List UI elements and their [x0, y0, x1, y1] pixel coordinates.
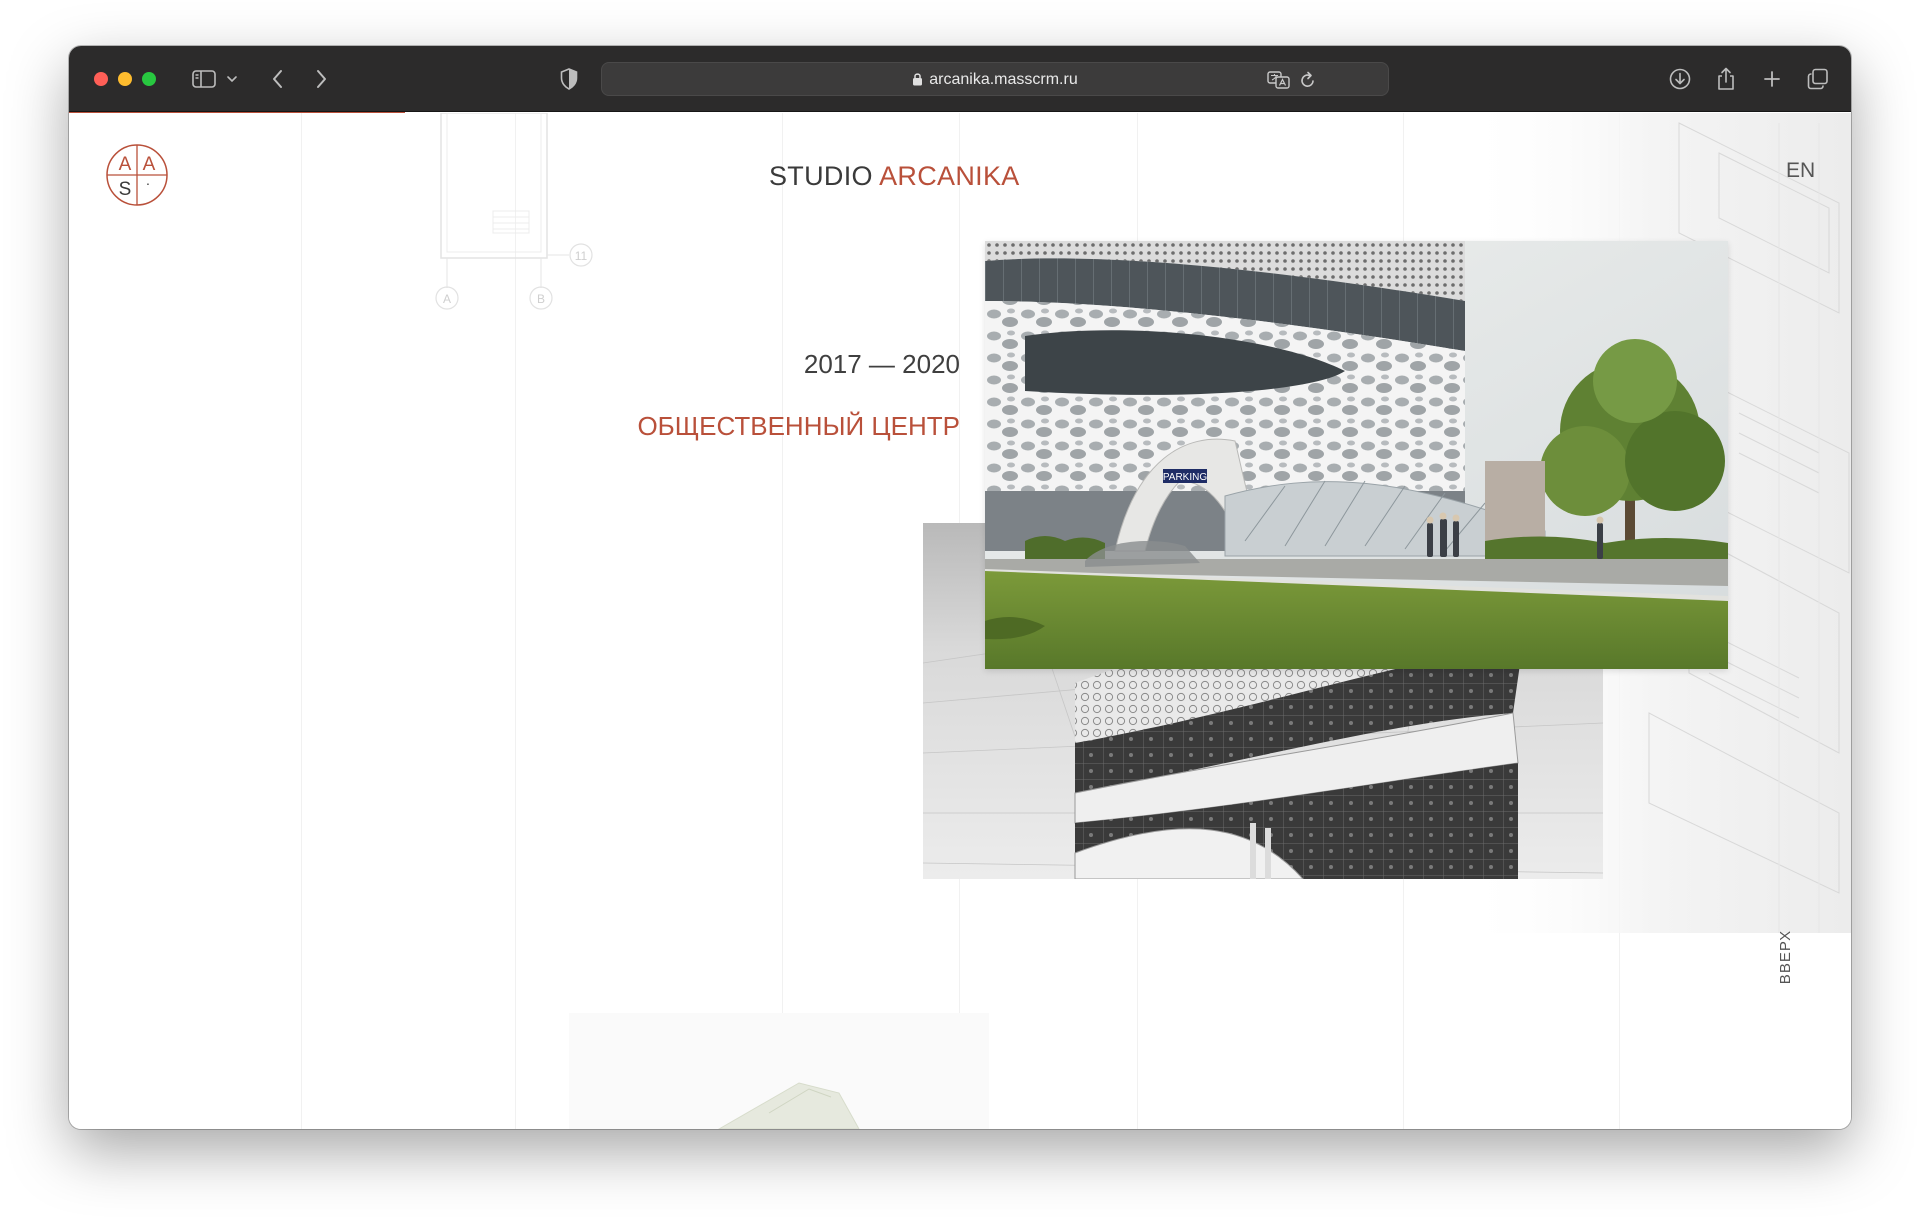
translate-icon[interactable] [1266, 65, 1292, 95]
lock-icon [913, 73, 923, 86]
chevron-right-icon[interactable] [309, 64, 333, 94]
site-brand[interactable]: STUDIO ARCANIKA [769, 161, 1020, 192]
project-render-image[interactable]: PARKING [985, 241, 1728, 669]
brand-prefix: STUDIO [769, 161, 873, 191]
scroll-to-top-button[interactable]: ВВЕРХ [1777, 927, 1801, 987]
brand-name: ARCANIKA [879, 161, 1020, 191]
chevron-down-icon[interactable] [223, 64, 241, 94]
address-bar[interactable]: arcanika.masscrm.ru [601, 62, 1389, 96]
studio-logo[interactable]: A A S · [105, 143, 169, 207]
close-window-button[interactable] [94, 72, 108, 86]
logo-letter: · [146, 175, 151, 191]
project-years: 2017 — 2020 [803, 349, 960, 379]
plus-icon[interactable] [1757, 64, 1787, 94]
logo-letter: A [119, 154, 132, 175]
share-icon[interactable] [1711, 64, 1741, 94]
project-title[interactable]: ОБЩЕСТВЕННЫЙ ЦЕНТР [637, 411, 960, 442]
tabs-icon[interactable] [1803, 64, 1833, 94]
blueprint-label: 11 [575, 249, 588, 263]
parking-sign: PARKING [1163, 472, 1207, 483]
url-text: arcanika.masscrm.ru [929, 71, 1078, 88]
browser-toolbar: arcanika.masscrm.ru [69, 46, 1851, 112]
reload-icon[interactable] [1296, 65, 1320, 95]
sidebar-icon[interactable] [189, 64, 219, 94]
zoom-window-button[interactable] [142, 72, 156, 86]
logo-letter: A [143, 154, 156, 175]
web-page: 11 A B A A S · STUDIO ARCANIKA EN 2017 —… [69, 113, 1851, 1129]
logo-letter: S [119, 179, 132, 200]
download-icon[interactable] [1665, 64, 1695, 94]
background-building-sketch [569, 1013, 989, 1129]
chevron-left-icon[interactable] [266, 64, 290, 94]
minimize-window-button[interactable] [118, 72, 132, 86]
blueprint-label: B [537, 292, 545, 306]
shield-icon[interactable] [557, 64, 581, 94]
blueprint-label: A [443, 292, 451, 306]
language-switch[interactable]: EN [1786, 159, 1815, 183]
browser-window: arcanika.masscrm.ru 11 A B A A S · STUDI… [69, 46, 1851, 1129]
grid-line [782, 113, 783, 1129]
